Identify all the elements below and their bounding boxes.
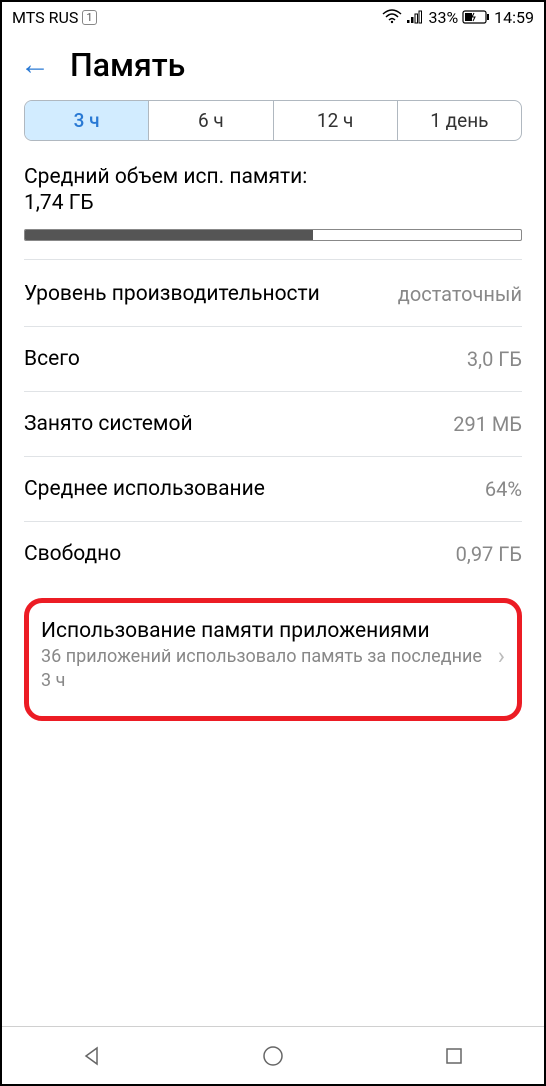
tab-6h[interactable]: 6 ч	[149, 101, 273, 140]
navigation-bar	[2, 1026, 544, 1084]
apps-memory-sub: 36 приложений использовало память за пос…	[41, 645, 490, 694]
status-bar: MTS RUS 1 33% 14:59	[2, 2, 544, 32]
apps-memory-text: Использование памяти приложениями 36 при…	[41, 619, 490, 694]
row-total: Всего 3,0 ГБ	[24, 327, 522, 392]
row-free: Свободно 0,97 ГБ	[24, 522, 522, 586]
tab-3h[interactable]: 3 ч	[25, 101, 149, 140]
carrier-label: MTS RUS	[12, 8, 78, 27]
signal-icon	[406, 10, 424, 24]
chevron-right-icon: ›	[498, 642, 505, 670]
tab-12h[interactable]: 12 ч	[274, 101, 398, 140]
avg-usage-value: 64%	[485, 477, 522, 501]
nav-home-button[interactable]	[258, 1041, 288, 1071]
performance-value: достаточный	[398, 282, 522, 306]
memory-progress-fill	[25, 230, 313, 240]
page-title: Память	[70, 46, 185, 84]
battery-percent: 33%	[428, 8, 458, 27]
usage-label: Средний объем исп. памяти:	[24, 165, 522, 189]
sim-badge: 1	[82, 10, 96, 25]
total-label: Всего	[24, 347, 467, 371]
row-performance: Уровень производительности достаточный	[24, 262, 522, 327]
usage-value: 1,74 ГБ	[24, 191, 522, 215]
system-value: 291 МБ	[453, 412, 522, 436]
usage-section: Средний объем исп. памяти: 1,74 ГБ	[24, 165, 522, 260]
performance-label: Уровень производительности	[24, 282, 398, 306]
apps-memory-row[interactable]: Использование памяти приложениями 36 при…	[41, 619, 505, 694]
total-value: 3,0 ГБ	[467, 347, 522, 371]
apps-memory-highlight: Использование памяти приложениями 36 при…	[24, 598, 522, 721]
clock: 14:59	[494, 8, 534, 27]
nav-recent-button[interactable]	[439, 1041, 469, 1071]
time-range-tabs: 3 ч 6 ч 12 ч 1 день	[24, 100, 522, 141]
apps-memory-title: Использование памяти приложениями	[41, 619, 490, 643]
free-label: Свободно	[24, 542, 456, 566]
nav-back-button[interactable]	[77, 1041, 107, 1071]
battery-icon	[462, 10, 490, 24]
wifi-icon	[382, 9, 402, 25]
tab-1day[interactable]: 1 день	[398, 101, 521, 140]
row-system: Занято системой 291 МБ	[24, 392, 522, 457]
header: ← Память	[2, 32, 544, 100]
status-left: MTS RUS 1	[12, 8, 97, 27]
status-right: 33% 14:59	[382, 8, 534, 27]
row-avg-usage: Среднее использование 64%	[24, 457, 522, 522]
content: 3 ч 6 ч 12 ч 1 день Средний объем исп. п…	[2, 100, 544, 1026]
avg-usage-label: Среднее использование	[24, 477, 485, 501]
back-arrow-icon[interactable]: ←	[20, 50, 50, 80]
memory-progress-bar	[24, 229, 522, 241]
free-value: 0,97 ГБ	[456, 542, 522, 566]
system-label: Занято системой	[24, 412, 453, 436]
